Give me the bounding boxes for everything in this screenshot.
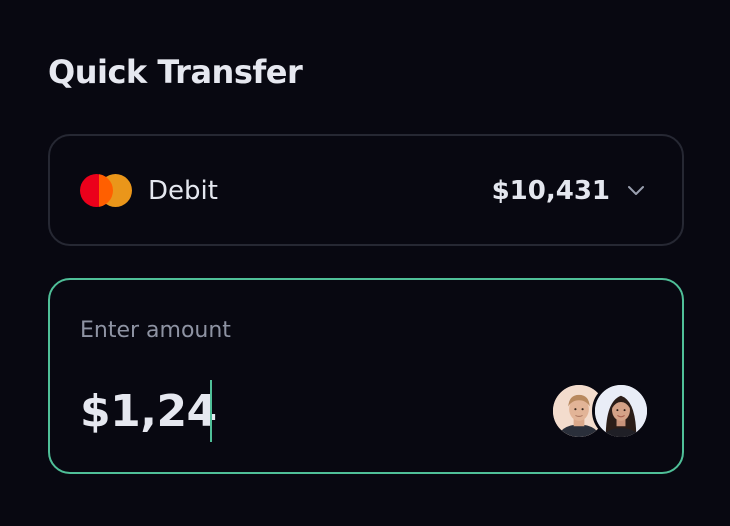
page-title: Quick Transfer <box>48 53 303 91</box>
quick-transfer-widget: Quick Transfer Debit $10,431 Enter amoun… <box>0 0 730 526</box>
mastercard-logo-icon <box>80 174 134 208</box>
recipient-avatars[interactable] <box>550 380 654 440</box>
text-cursor <box>210 380 212 442</box>
chevron-down-icon[interactable] <box>626 180 646 200</box>
avatar[interactable] <box>592 382 650 440</box>
card-balance: $10,431 <box>491 176 610 206</box>
amount-value[interactable]: $1,24 <box>80 384 217 440</box>
card-selector[interactable]: Debit $10,431 <box>48 134 684 246</box>
amount-label: Enter amount <box>80 318 231 343</box>
amount-input-box[interactable]: Enter amount $1,24 <box>48 278 684 474</box>
card-type-label: Debit <box>148 176 218 206</box>
